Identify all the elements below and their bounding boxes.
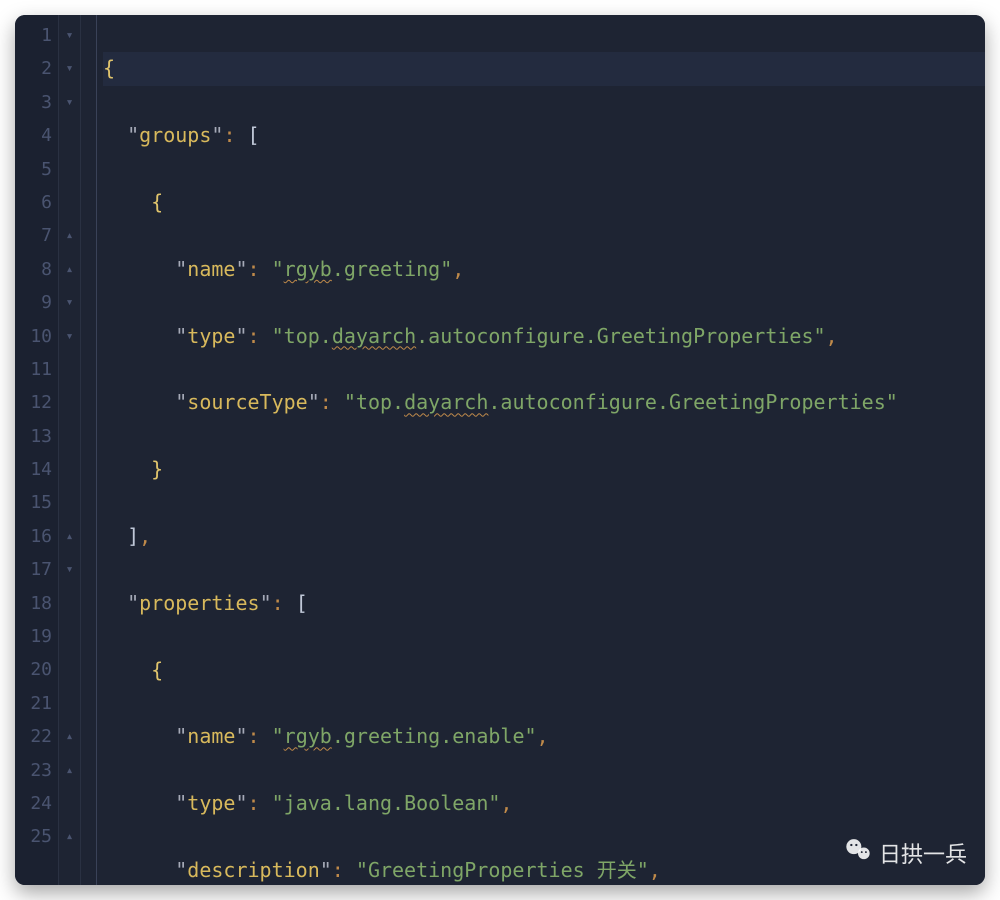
fold-toggle-icon[interactable]: ▾ bbox=[59, 286, 80, 319]
code-line: "name": "rgyb.greeting.enable", bbox=[103, 720, 985, 753]
line-number: 12 bbox=[15, 386, 52, 419]
fold-toggle-icon bbox=[59, 353, 80, 386]
line-number: 7 bbox=[15, 219, 52, 252]
watermark: 日拱一兵 bbox=[843, 835, 967, 871]
fold-toggle-icon bbox=[59, 386, 80, 419]
line-number: 22 bbox=[15, 720, 52, 753]
fold-toggle-icon bbox=[59, 620, 80, 653]
line-number-gutter: 1234567891011121314151617181920212223242… bbox=[15, 15, 59, 885]
code-line: "type": "top.dayarch.autoconfigure.Greet… bbox=[103, 320, 985, 353]
indent-guide bbox=[81, 15, 97, 885]
fold-toggle-icon[interactable]: ▾ bbox=[59, 86, 80, 119]
line-number: 4 bbox=[15, 119, 52, 152]
line-number: 19 bbox=[15, 620, 52, 653]
line-number: 13 bbox=[15, 420, 52, 453]
fold-toggle-icon[interactable]: ▾ bbox=[59, 553, 80, 586]
fold-toggle-icon[interactable]: ▴ bbox=[59, 820, 80, 853]
fold-toggle-icon bbox=[59, 587, 80, 620]
line-number: 5 bbox=[15, 153, 52, 186]
fold-toggle-icon[interactable]: ▴ bbox=[59, 520, 80, 553]
line-number: 25 bbox=[15, 820, 52, 853]
code-line: { bbox=[103, 52, 985, 85]
line-number: 3 bbox=[15, 86, 52, 119]
line-number: 11 bbox=[15, 353, 52, 386]
fold-toggle-icon[interactable]: ▴ bbox=[59, 754, 80, 787]
editor-frame: 1234567891011121314151617181920212223242… bbox=[15, 15, 985, 885]
fold-toggle-icon[interactable]: ▴ bbox=[59, 219, 80, 252]
fold-toggle-icon[interactable]: ▾ bbox=[59, 19, 80, 52]
line-number: 16 bbox=[15, 520, 52, 553]
line-number: 21 bbox=[15, 687, 52, 720]
fold-toggle-icon bbox=[59, 420, 80, 453]
line-number: 20 bbox=[15, 653, 52, 686]
watermark-text: 日拱一兵 bbox=[879, 837, 967, 869]
line-number: 8 bbox=[15, 253, 52, 286]
code-line: } bbox=[103, 453, 985, 486]
fold-toggle-icon bbox=[59, 186, 80, 219]
fold-toggle-icon bbox=[59, 687, 80, 720]
line-number: 14 bbox=[15, 453, 52, 486]
fold-toggle-icon bbox=[59, 119, 80, 152]
code-line: "type": "java.lang.Boolean", bbox=[103, 787, 985, 820]
code-area[interactable]: { "groups": [ { "name": "rgyb.greeting",… bbox=[97, 15, 985, 885]
fold-toggle-icon[interactable]: ▴ bbox=[59, 720, 80, 753]
code-line: { bbox=[103, 186, 985, 219]
code-line: "sourceType": "top.dayarch.autoconfigure… bbox=[103, 386, 985, 419]
fold-toggle-icon bbox=[59, 486, 80, 519]
fold-toggle-icon[interactable]: ▾ bbox=[59, 320, 80, 353]
line-number: 24 bbox=[15, 787, 52, 820]
line-number: 1 bbox=[15, 19, 52, 52]
fold-toggle-icon bbox=[59, 787, 80, 820]
code-line: "properties": [ bbox=[103, 587, 985, 620]
fold-toggle-icon bbox=[59, 453, 80, 486]
fold-column[interactable]: ▾▾▾▴▴▾▾▴▾▴▴▴ bbox=[59, 15, 81, 885]
code-line: "name": "rgyb.greeting", bbox=[103, 253, 985, 286]
fold-toggle-icon[interactable]: ▾ bbox=[59, 52, 80, 85]
line-number: 15 bbox=[15, 486, 52, 519]
fold-toggle-icon bbox=[59, 653, 80, 686]
fold-toggle-icon bbox=[59, 153, 80, 186]
line-number: 2 bbox=[15, 52, 52, 85]
code-line: "groups": [ bbox=[103, 119, 985, 152]
line-number: 10 bbox=[15, 320, 52, 353]
fold-toggle-icon[interactable]: ▴ bbox=[59, 253, 80, 286]
line-number: 23 bbox=[15, 754, 52, 787]
line-number: 6 bbox=[15, 186, 52, 219]
line-number: 17 bbox=[15, 553, 52, 586]
line-number: 18 bbox=[15, 587, 52, 620]
code-line: ], bbox=[103, 520, 985, 553]
line-number: 9 bbox=[15, 286, 52, 319]
code-line: { bbox=[103, 654, 985, 687]
wechat-icon bbox=[843, 835, 873, 871]
